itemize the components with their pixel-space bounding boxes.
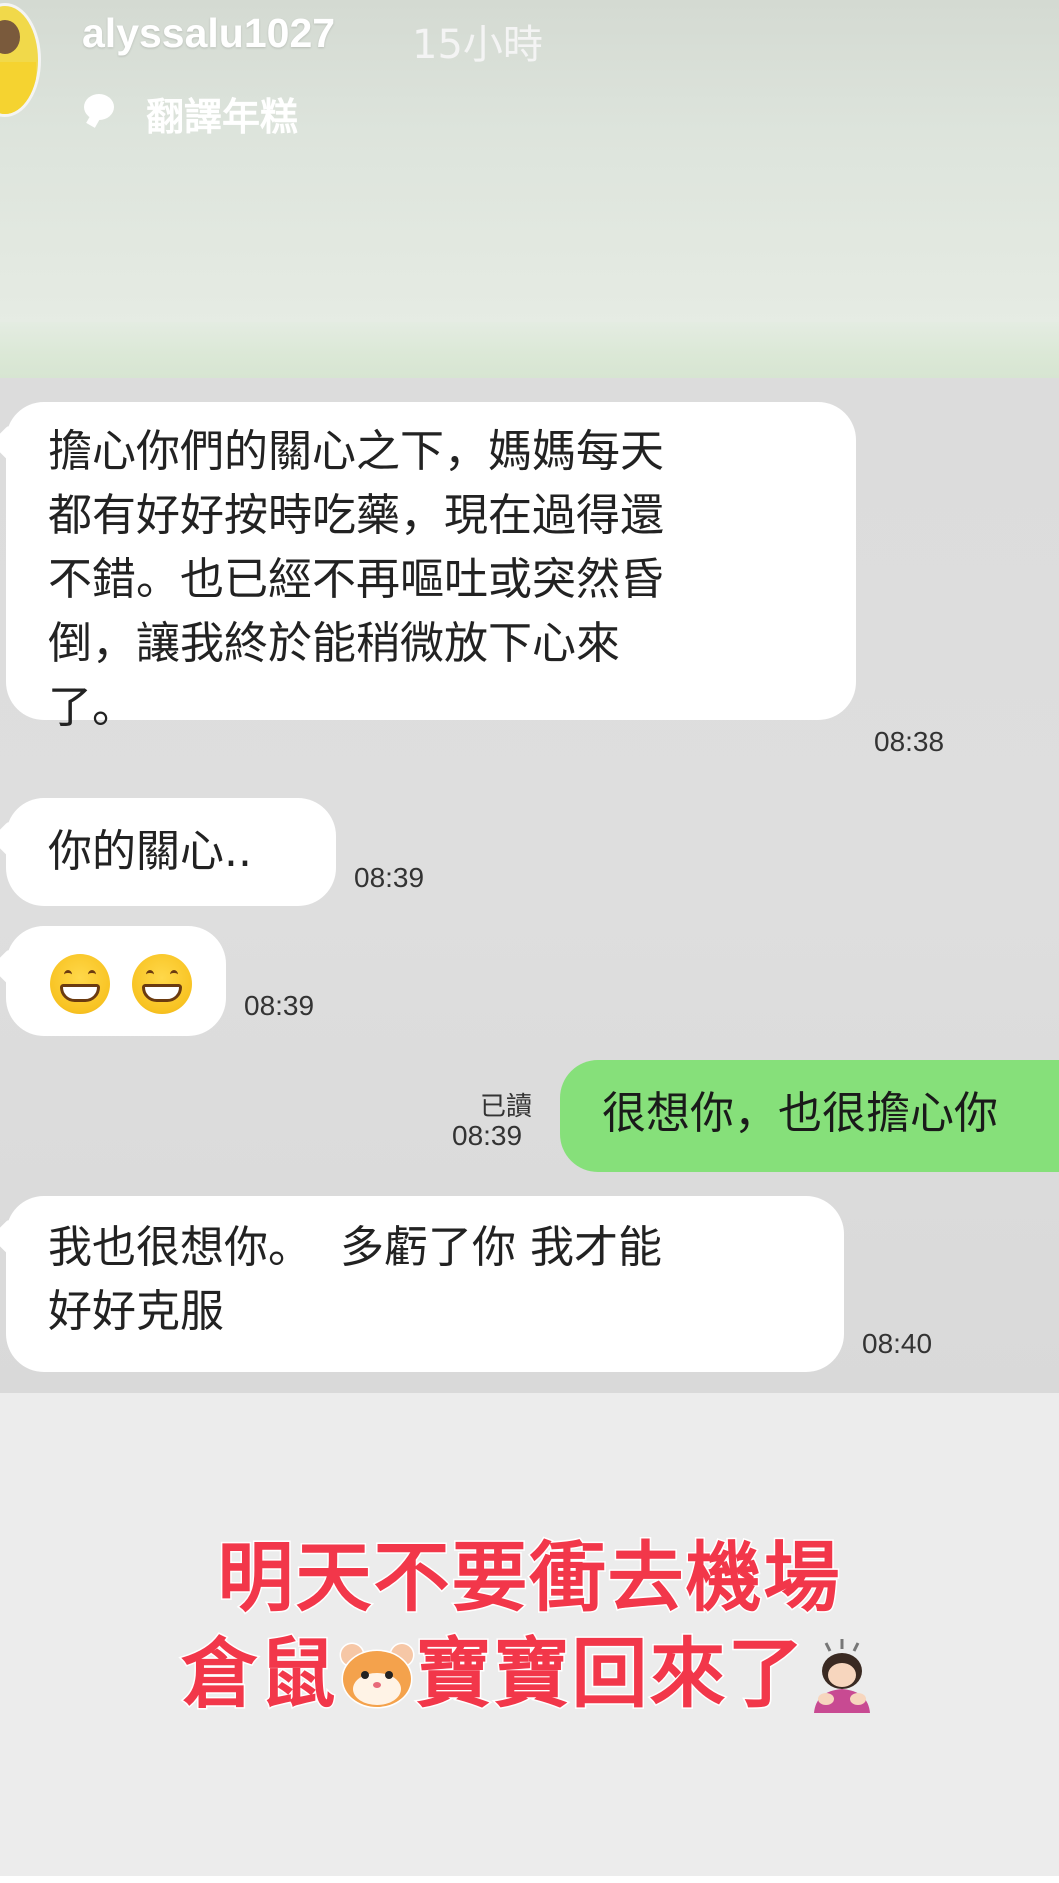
caption-text: 寶寶回來了 (414, 1628, 806, 1720)
message-time: 08:39 (244, 990, 315, 1021)
message-bubble-3 (6, 926, 226, 1036)
grinning-face-icon (132, 954, 192, 1014)
message-time: 08:38 (874, 726, 945, 757)
message-line: 倒，讓我終於能稍微放下心來 (48, 618, 620, 669)
chat-top-strip (0, 322, 1059, 378)
hamster-icon (338, 1638, 416, 1709)
caption-text: 明天不要衝去機場 (216, 1532, 842, 1624)
chat-screenshot: 擔心你們的關心之下，媽媽每天 都有好好按時吃藥，現在過得還 不錯。也已經不再嘔吐… (0, 378, 1059, 1393)
username[interactable]: alyssalu1027 (82, 10, 335, 57)
avatar-shirt (0, 62, 36, 114)
speech-bubble-icon (84, 94, 114, 120)
caption-text: 倉鼠 (180, 1628, 338, 1720)
message-line: 擔心你們的關心之下，媽媽每天 (48, 426, 664, 477)
post-time: 15小時 (412, 22, 543, 68)
message-bubble-5: 我也很想你。 多虧了你 我才能 好好克服 (6, 1196, 844, 1372)
caption-line-1: 明天不要衝去機場 (0, 1516, 1059, 1626)
message-line: 我也很想你。 多虧了你 我才能 (48, 1222, 662, 1273)
caption-line-2: 倉鼠 寶寶回來了 (0, 1612, 1059, 1722)
message-line: 了。 (48, 682, 136, 733)
message-bubble-4: 很想你，也很擔心你 (560, 1060, 1059, 1172)
message-line: 都有好好按時吃藥，現在過得還 (48, 490, 664, 541)
message-text: 很想你，也很擔心你 (602, 1088, 998, 1139)
message-time: 08:39 (354, 862, 425, 893)
bottom-edge (0, 1876, 1059, 1883)
translation-label[interactable]: 翻譯年糕 (146, 86, 298, 141)
message-bubble-2: 你的關心.. (6, 798, 336, 906)
message-line: 不錯。也已經不再嘔吐或突然昏 (48, 554, 664, 605)
message-line: 好好克服 (48, 1286, 224, 1337)
grinning-face-icon (50, 954, 110, 1014)
message-bubble-1: 擔心你們的關心之下，媽媽每天 都有好好按時吃藥，現在過得還 不錯。也已經不再嘔吐… (6, 402, 856, 733)
message-time: 08:39 (452, 1120, 523, 1151)
avatar-face (0, 20, 20, 54)
read-status: 已讀 (480, 1092, 533, 1122)
message-time: 08:40 (862, 1328, 933, 1359)
message-text: 你的關心.. (48, 826, 252, 877)
person-bowing-icon (806, 1637, 878, 1713)
